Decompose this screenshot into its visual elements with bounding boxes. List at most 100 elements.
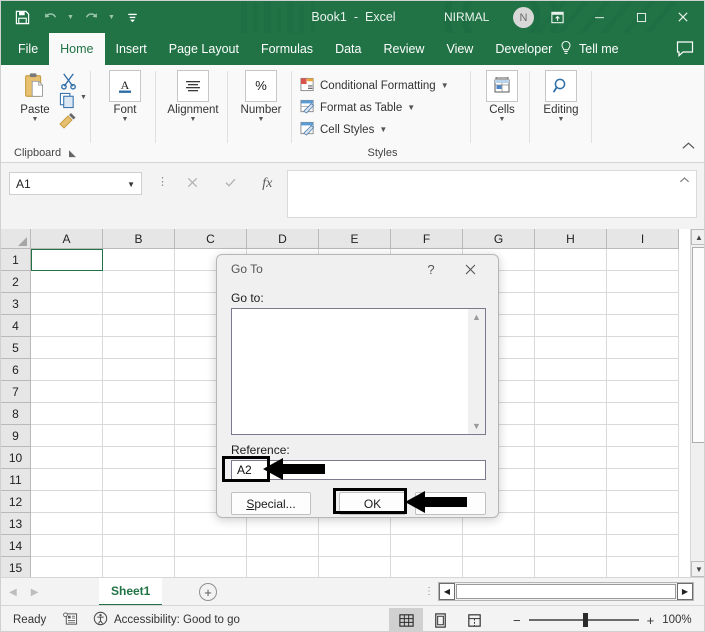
column-header-g[interactable]: G [463, 229, 535, 249]
view-buttons[interactable] [389, 606, 491, 631]
next-sheet-icon[interactable]: ▶ [31, 587, 39, 598]
cancel-formula-icon[interactable] [186, 176, 199, 192]
cell-b10[interactable] [103, 447, 175, 469]
cell-c15[interactable] [175, 557, 247, 579]
cell-a13[interactable] [31, 513, 103, 535]
cell-i14[interactable] [607, 535, 679, 557]
cell-h4[interactable] [535, 315, 607, 337]
cell-h11[interactable] [535, 469, 607, 491]
cell-a8[interactable] [31, 403, 103, 425]
column-header-i[interactable]: I [607, 229, 679, 249]
help-icon[interactable]: ? [420, 260, 442, 279]
cell-a3[interactable] [31, 293, 103, 315]
cell-i6[interactable] [607, 359, 679, 381]
row-header-6[interactable]: 6 [1, 359, 31, 381]
cell-b7[interactable] [103, 381, 175, 403]
cell-h7[interactable] [535, 381, 607, 403]
format-as-table-caret-icon[interactable]: ▼ [407, 103, 415, 112]
cell-h2[interactable] [535, 271, 607, 293]
quick-access-toolbar[interactable]: ▼ ▼ [9, 1, 145, 33]
tab-insert[interactable]: Insert [105, 33, 158, 65]
tab-page-layout[interactable]: Page Layout [158, 33, 250, 65]
cell-b9[interactable] [103, 425, 175, 447]
cells-button[interactable]: Cells ▼ [474, 69, 530, 124]
horizontal-scroll-grip[interactable]: ⋮ [424, 587, 434, 597]
cell-h14[interactable] [535, 535, 607, 557]
tab-formulas[interactable]: Formulas [250, 33, 324, 65]
page-break-preview-icon[interactable] [457, 608, 491, 631]
cell-h9[interactable] [535, 425, 607, 447]
tab-file[interactable]: File [7, 33, 49, 65]
scroll-right-icon[interactable]: ▶ [677, 583, 693, 600]
cell-b11[interactable] [103, 469, 175, 491]
row-header-5[interactable]: 5 [1, 337, 31, 359]
cell-e15[interactable] [319, 557, 391, 579]
format-painter-button[interactable] [57, 112, 77, 135]
chevron-down-icon[interactable]: ▼ [127, 180, 135, 189]
cell-b6[interactable] [103, 359, 175, 381]
cell-i2[interactable] [607, 271, 679, 293]
paste-button[interactable]: Paste ▼ [7, 69, 63, 124]
page-layout-view-icon[interactable] [423, 608, 457, 631]
cell-a4[interactable] [31, 315, 103, 337]
zoom-in-button[interactable]: + [647, 613, 655, 628]
avatar[interactable]: N [513, 7, 534, 28]
editing-dropdown-caret-icon[interactable]: ▼ [558, 116, 565, 124]
sheet-nav-arrows[interactable]: ◀ ▶ [9, 578, 38, 606]
cell-h3[interactable] [535, 293, 607, 315]
column-header-d[interactable]: D [247, 229, 319, 249]
zoom-slider[interactable] [528, 613, 639, 627]
cell-b1[interactable] [103, 249, 175, 271]
cell-h12[interactable] [535, 491, 607, 513]
row-header-12[interactable]: 12 [1, 491, 31, 513]
cell-a2[interactable] [31, 271, 103, 293]
zoom-level-label[interactable]: 100% [662, 614, 691, 626]
go-to-list-box[interactable]: ▲ ▼ [231, 308, 486, 435]
cell-a1[interactable] [31, 249, 103, 271]
redo-dropdown-caret-icon[interactable]: ▼ [106, 4, 117, 30]
comment-icon[interactable] [676, 40, 694, 63]
cell-b2[interactable] [103, 271, 175, 293]
accessibility-status[interactable]: Accessibility: Good to go [93, 606, 240, 631]
number-button[interactable]: % Number ▼ [233, 69, 289, 124]
cell-b14[interactable] [103, 535, 175, 557]
cell-i1[interactable] [607, 249, 679, 271]
column-header-f[interactable]: F [391, 229, 463, 249]
zoom-slider-thumb[interactable] [582, 613, 588, 627]
cell-b3[interactable] [103, 293, 175, 315]
insert-function-icon[interactable]: fx [262, 176, 272, 192]
formula-bar-buttons[interactable]: fx [173, 172, 285, 195]
cell-d15[interactable] [247, 557, 319, 579]
cell-i11[interactable] [607, 469, 679, 491]
cell-i3[interactable] [607, 293, 679, 315]
minimize-icon[interactable] [578, 1, 620, 33]
cell-f15[interactable] [391, 557, 463, 579]
cell-i8[interactable] [607, 403, 679, 425]
redo-icon[interactable] [78, 4, 104, 30]
row-header-8[interactable]: 8 [1, 403, 31, 425]
cell-h10[interactable] [535, 447, 607, 469]
scroll-up-icon[interactable]: ▲ [691, 229, 704, 245]
cell-a12[interactable] [31, 491, 103, 513]
editing-button[interactable]: Editing ▼ [533, 69, 589, 124]
ribbon-display-options-icon[interactable] [536, 1, 578, 33]
cell-a9[interactable] [31, 425, 103, 447]
dialog-close-icon[interactable] [457, 260, 483, 279]
cell-g15[interactable] [463, 557, 535, 579]
special-button[interactable]: Special... [231, 492, 311, 515]
cell-h5[interactable] [535, 337, 607, 359]
copy-dropdown-caret-icon[interactable]: ▼ [80, 94, 87, 101]
tell-me-search[interactable]: Tell me [559, 33, 619, 65]
undo-icon[interactable] [37, 4, 63, 30]
tab-data[interactable]: Data [324, 33, 372, 65]
row-header-14[interactable]: 14 [1, 535, 31, 557]
tab-home[interactable]: Home [49, 33, 105, 65]
vertical-scroll-thumb[interactable] [692, 247, 704, 443]
cell-styles-caret-icon[interactable]: ▼ [379, 125, 387, 134]
column-header-c[interactable]: C [175, 229, 247, 249]
horizontal-scrollbar[interactable]: ◀ ▶ [438, 582, 694, 601]
cell-i10[interactable] [607, 447, 679, 469]
column-header-e[interactable]: E [319, 229, 391, 249]
cell-f14[interactable] [391, 535, 463, 557]
cell-i9[interactable] [607, 425, 679, 447]
